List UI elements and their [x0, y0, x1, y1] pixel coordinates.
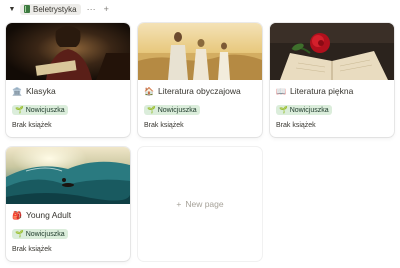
card-title-text: Literatura piękna	[290, 86, 354, 96]
card-status: Brak książek	[144, 122, 184, 129]
group-chip[interactable]: Beletrystyka	[20, 3, 81, 15]
seedling-icon: 🌱	[15, 107, 24, 114]
gallery-card-literatura-piekna[interactable]: 📖 Literatura piękna 🌱 Nowicjuszka Brak k…	[270, 23, 394, 137]
new-page-button[interactable]: + New page	[138, 147, 262, 261]
card-title-text: Young Adult	[26, 210, 72, 220]
card-title: 🎒 Young Adult	[12, 210, 71, 220]
more-options-icon[interactable]: ···	[85, 4, 98, 14]
card-title: 🏛️ Klasyka	[12, 86, 56, 96]
gallery-card-klasyka[interactable]: 🏛️ Klasyka 🌱 Nowicjuszka Brak książek	[6, 23, 130, 137]
open-book-icon: 📖	[276, 86, 286, 96]
gallery-card-young-adult[interactable]: 🎒 Young Adult 🌱 Nowicjuszka Brak książek	[6, 147, 130, 261]
card-title-text: Literatura obyczajowa	[158, 86, 241, 96]
group-header: ▼ Beletrystyka ··· +	[8, 3, 111, 15]
card-title: 📖 Literatura piękna	[276, 86, 353, 96]
card-cover-image	[138, 23, 262, 80]
seedling-icon: 🌱	[147, 107, 156, 114]
level-tag-text: Nowicjuszka	[25, 230, 65, 238]
card-cover-image	[6, 147, 130, 204]
level-tag-text: Nowicjuszka	[289, 106, 329, 114]
card-status: Brak książek	[276, 122, 316, 129]
seedling-icon: 🌱	[15, 231, 24, 238]
collapse-toggle-icon[interactable]: ▼	[8, 6, 16, 13]
card-cover-image	[270, 23, 394, 80]
card-cover-image	[6, 23, 130, 80]
classical-building-icon: 🏛️	[12, 86, 22, 96]
house-icon: 🏠	[144, 86, 154, 96]
level-tag: 🌱 Nowicjuszka	[144, 105, 200, 115]
level-tag-text: Nowicjuszka	[25, 106, 65, 114]
level-tag: 🌱 Nowicjuszka	[276, 105, 332, 115]
backpack-icon: 🎒	[12, 210, 22, 220]
group-name: Beletrystyka	[33, 4, 77, 14]
green-book-icon	[24, 5, 30, 13]
level-tag: 🌱 Nowicjuszka	[12, 105, 68, 115]
add-icon[interactable]: +	[102, 4, 111, 14]
card-title: 🏠 Literatura obyczajowa	[144, 86, 241, 96]
level-tag: 🌱 Nowicjuszka	[12, 229, 68, 239]
card-status: Brak książek	[12, 246, 52, 253]
card-status: Brak książek	[12, 122, 52, 129]
plus-icon: +	[176, 199, 182, 209]
new-page-label: New page	[185, 199, 224, 209]
card-title-text: Klasyka	[26, 86, 56, 96]
gallery-card-literatura-obyczajowa[interactable]: 🏠 Literatura obyczajowa 🌱 Nowicjuszka Br…	[138, 23, 262, 137]
level-tag-text: Nowicjuszka	[157, 106, 197, 114]
seedling-icon: 🌱	[279, 107, 288, 114]
